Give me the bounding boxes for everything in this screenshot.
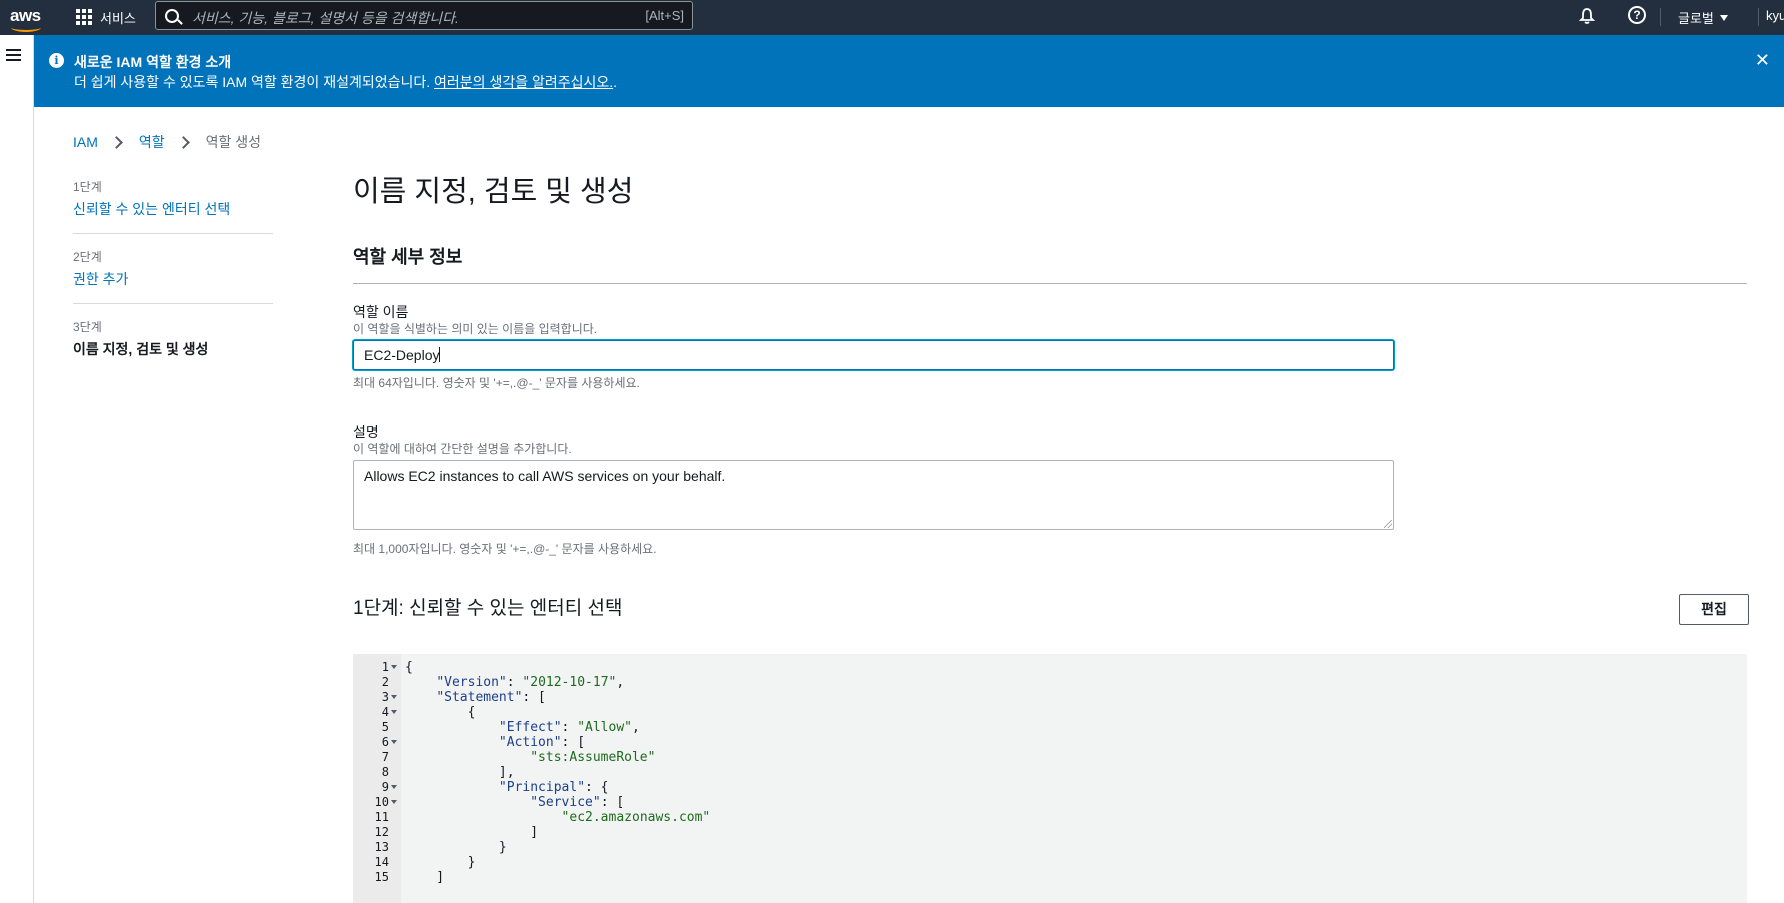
resize-handle-icon[interactable]: [1384, 520, 1392, 528]
trust-policy-editor[interactable]: 1{2 "Version": "2012-10-17", 3 "Statement…: [353, 654, 1747, 903]
section-title: 역할 세부 정보: [353, 247, 463, 267]
step-1[interactable]: 1단계 신뢰할 수 있는 엔터티 선택: [73, 178, 273, 234]
breadcrumb: IAM 역할 역할 생성: [73, 132, 261, 152]
code-line: 15 ]: [353, 869, 1747, 886]
text-cursor: [439, 347, 441, 362]
banner-message-end: .: [613, 74, 618, 90]
region-selector[interactable]: 글로벌: [1678, 8, 1728, 27]
line-number: 15: [374, 870, 389, 884]
search-placeholder: 서비스, 기능, 블로그, 설명서 등을 검색합니다.: [192, 10, 459, 26]
search-input[interactable]: 서비스, 기능, 블로그, 설명서 등을 검색합니다. [Alt+S]: [155, 1, 693, 30]
section-divider: [353, 283, 1747, 284]
role-name-hint: 최대 64자입니다. 영숫자 및 '+=,.@-_' 문자를 사용하세요.: [353, 376, 640, 390]
hamburger-menu-icon[interactable]: [6, 49, 21, 64]
description-help: 이 역할에 대하여 간단한 설명을 추가합니다.: [353, 442, 572, 456]
services-menu-button[interactable]: 서비스: [76, 6, 136, 28]
description-hint: 최대 1,000자입니다. 영숫자 및 '+=,.@-_' 문자를 사용하세요.: [353, 542, 657, 556]
aws-logo[interactable]: aws: [10, 6, 44, 32]
search-icon: [165, 9, 179, 23]
role-name-value: EC2-Deploy: [364, 347, 440, 363]
nav-divider: [1758, 8, 1759, 26]
role-name-input[interactable]: EC2-Deploy: [353, 340, 1394, 370]
code-text: ]: [405, 870, 445, 885]
chevron-right-icon: [176, 135, 190, 149]
banner-message: 더 쉽게 사용할 수 있도록 IAM 역할 환경이 재설계되었습니다. 여러분의…: [74, 72, 617, 92]
role-name-label: 역할 이름: [353, 304, 409, 320]
nav-divider: [1660, 8, 1661, 26]
description-textarea[interactable]: Allows EC2 instances to call AWS service…: [353, 460, 1394, 530]
info-banner: i 새로운 IAM 역할 환경 소개 더 쉽게 사용할 수 있도록 IAM 역할…: [34, 35, 1784, 107]
trust-section-title: 1단계: 신뢰할 수 있는 엔터티 선택: [353, 598, 623, 619]
breadcrumb-roles[interactable]: 역할: [139, 132, 165, 152]
services-label: 서비스: [100, 10, 136, 26]
search-shortcut: [Alt+S]: [645, 8, 684, 23]
fold-toggle-icon[interactable]: [391, 785, 397, 789]
step-2[interactable]: 2단계 권한 추가: [73, 248, 273, 304]
description-value: Allows EC2 instances to call AWS service…: [364, 468, 726, 484]
role-name-description: 이 역할을 식별하는 의미 있는 이름을 입력합니다.: [353, 322, 598, 336]
fold-toggle-icon[interactable]: [391, 695, 397, 699]
banner-message-text: 더 쉽게 사용할 수 있도록 IAM 역할 환경이 재설계되었습니다.: [74, 74, 435, 90]
close-icon[interactable]: ✕: [1755, 50, 1770, 71]
fold-toggle-icon[interactable]: [391, 710, 397, 714]
grid-icon: [76, 9, 92, 25]
aws-smile-icon: [11, 23, 41, 32]
side-rail: [0, 35, 34, 903]
fold-toggle-icon[interactable]: [391, 740, 397, 744]
step-3: 3단계 이름 지정, 검토 및 생성: [73, 318, 273, 373]
step-number: 2단계: [73, 250, 102, 264]
step-label[interactable]: 신뢰할 수 있는 엔터티 선택: [73, 199, 273, 219]
step-number: 1단계: [73, 180, 102, 194]
chevron-right-icon: [110, 135, 123, 149]
wizard-steps: 1단계 신뢰할 수 있는 엔터티 선택 2단계 권한 추가 3단계 이름 지정,…: [73, 178, 273, 387]
help-icon[interactable]: ?: [1628, 6, 1646, 24]
top-navigation: aws 서비스 서비스, 기능, 블로그, 설명서 등을 검색합니다. [Alt…: [0, 0, 1784, 35]
fold-toggle-icon[interactable]: [391, 665, 397, 669]
page-title: 이름 지정, 검토 및 생성: [353, 176, 634, 208]
region-label: 글로벌: [1678, 11, 1714, 26]
step-label[interactable]: 권한 추가: [73, 269, 273, 289]
breadcrumb-iam[interactable]: IAM: [73, 134, 98, 150]
account-menu[interactable]: kyu: [1766, 8, 1784, 23]
feedback-link[interactable]: 여러분의 생각을 알려주십시오.: [434, 74, 613, 90]
breadcrumb-current: 역할 생성: [205, 134, 262, 150]
step-number: 3단계: [73, 320, 102, 334]
caret-down-icon: [1719, 14, 1728, 21]
info-icon: i: [49, 53, 64, 68]
banner-title: 새로운 IAM 역할 환경 소개: [74, 54, 232, 70]
notifications-bell-icon[interactable]: [1578, 7, 1596, 25]
description-label: 설명: [353, 424, 379, 440]
step-label: 이름 지정, 검토 및 생성: [73, 341, 209, 357]
fold-toggle-icon[interactable]: [391, 800, 397, 804]
edit-button[interactable]: 편집: [1679, 594, 1749, 625]
